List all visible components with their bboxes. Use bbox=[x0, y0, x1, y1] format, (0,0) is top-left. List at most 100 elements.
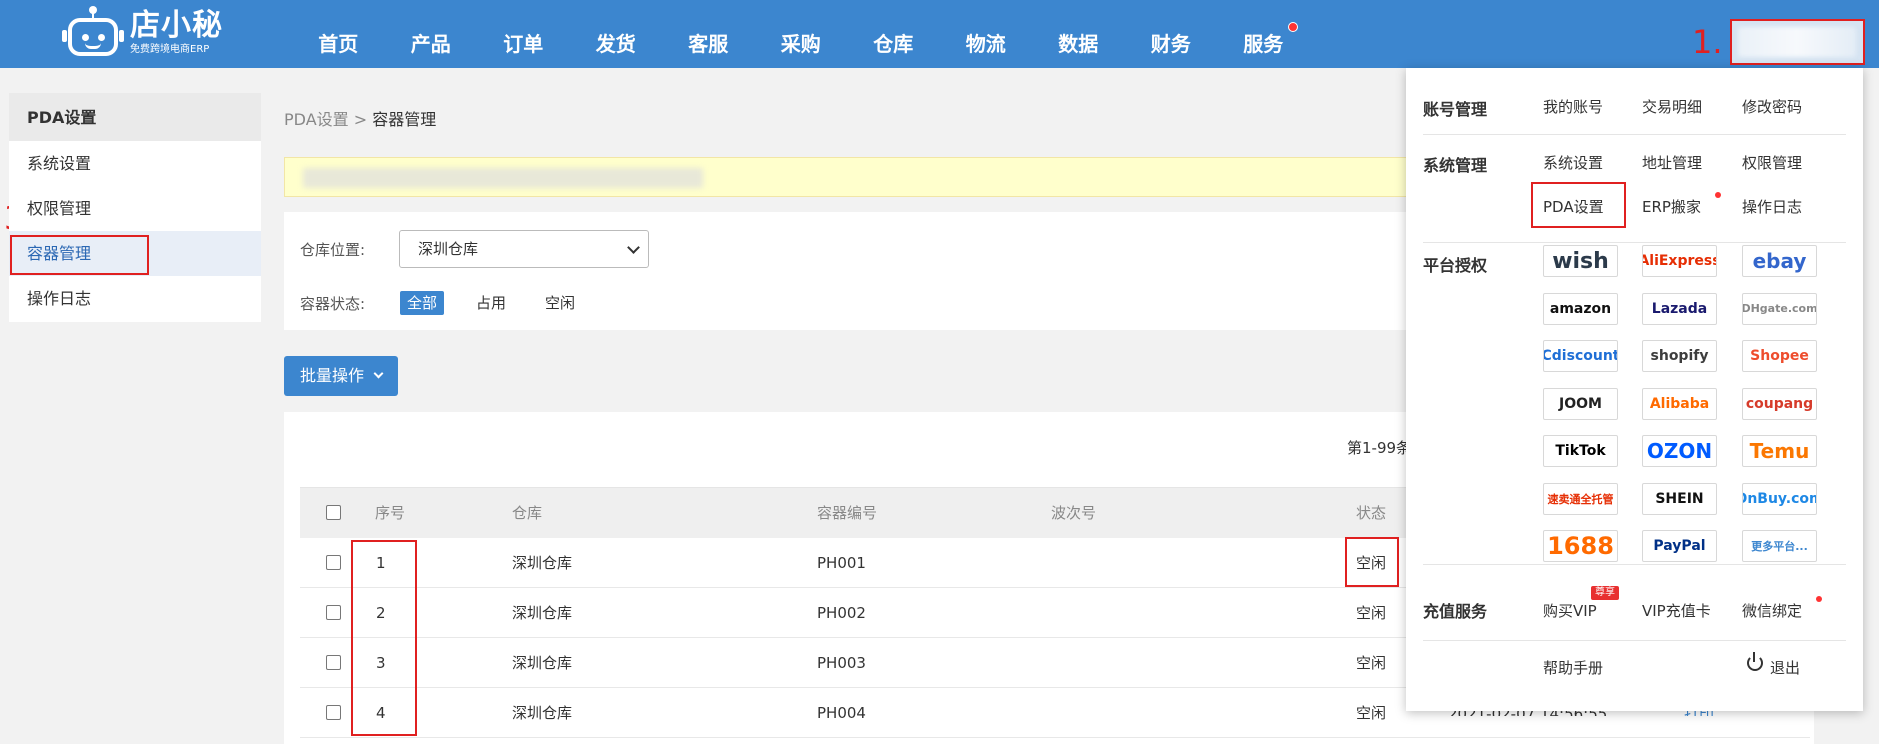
blurred-account-name bbox=[1738, 27, 1856, 57]
menu-system-settings[interactable]: 系统设置 bbox=[1543, 152, 1603, 173]
platform-logo-速卖通全托管[interactable]: 速卖通全托管 bbox=[1543, 482, 1618, 515]
nav-warehouse[interactable]: 仓库 bbox=[847, 0, 940, 68]
breadcrumb-separator: > bbox=[348, 110, 373, 129]
nav-home[interactable]: 首页 bbox=[292, 0, 385, 68]
cell-warehouse: 深圳仓库 bbox=[512, 604, 573, 622]
platform-logo-dhgate-com[interactable]: DHgate.com bbox=[1742, 292, 1817, 325]
nav-products[interactable]: 产品 bbox=[385, 0, 478, 68]
platform-logo-lazada[interactable]: Lazada bbox=[1642, 292, 1717, 325]
sidebar-item-operation-log[interactable]: 操作日志 bbox=[9, 276, 261, 321]
sidebar-item-system-settings[interactable]: 系统设置 bbox=[9, 141, 261, 186]
warehouse-label: 仓库位置: bbox=[300, 241, 366, 259]
row-checkbox[interactable] bbox=[326, 655, 341, 670]
menu-divider bbox=[1423, 242, 1846, 243]
main-nav: 首页 产品 订单 发货 客服 采购 仓库 物流 数据 财务 服务 bbox=[292, 0, 1310, 68]
warehouse-select[interactable]: 深圳仓库 bbox=[399, 230, 649, 268]
nav-services-label: 服务 bbox=[1243, 32, 1284, 56]
cell-warehouse: 深圳仓库 bbox=[512, 704, 573, 722]
menu-pda-settings[interactable]: PDA设置 bbox=[1543, 196, 1604, 217]
menu-buy-vip[interactable]: 购买VIP bbox=[1543, 600, 1597, 621]
nav-data[interactable]: 数据 bbox=[1032, 0, 1125, 68]
menu-erp-migration[interactable]: ERP搬家 bbox=[1642, 196, 1701, 217]
platform-logo-aliexpress[interactable]: AliExpress bbox=[1642, 245, 1717, 277]
blurred-notice-text bbox=[303, 168, 703, 188]
warehouse-select-value: 深圳仓库 bbox=[418, 240, 479, 258]
logo-title: 店小秘 bbox=[130, 8, 223, 43]
platform-logo-shein[interactable]: SHEIN bbox=[1642, 482, 1717, 515]
select-all-checkbox[interactable] bbox=[326, 505, 341, 520]
nav-finance[interactable]: 财务 bbox=[1125, 0, 1218, 68]
nav-purchasing[interactable]: 采购 bbox=[755, 0, 848, 68]
menu-logout[interactable]: 退出 bbox=[1770, 657, 1800, 678]
chevron-down-icon bbox=[373, 368, 384, 379]
menu-address-management[interactable]: 地址管理 bbox=[1642, 152, 1702, 173]
chevron-down-icon bbox=[627, 241, 640, 254]
notification-dot-icon bbox=[1287, 22, 1298, 32]
cell-no: 3 bbox=[376, 654, 386, 672]
platform-logo-ozon[interactable]: OZON bbox=[1642, 435, 1717, 467]
logo-subtitle: 免费跨境电商ERP bbox=[130, 44, 210, 55]
status-label: 容器状态: bbox=[300, 295, 366, 313]
platform-logo-paypal[interactable]: PayPal bbox=[1642, 530, 1717, 562]
menu-permission-management[interactable]: 权限管理 bbox=[1742, 152, 1802, 173]
menu-divider bbox=[1423, 564, 1846, 565]
menu-transaction-details[interactable]: 交易明细 bbox=[1642, 96, 1702, 117]
account-menu-trigger[interactable] bbox=[1730, 19, 1865, 65]
platform-logo-temu[interactable]: Temu bbox=[1742, 435, 1817, 467]
platform-logo-ebay[interactable]: ebay bbox=[1742, 245, 1817, 277]
nav-orders[interactable]: 订单 bbox=[477, 0, 570, 68]
annotation-1: 1. bbox=[1692, 23, 1723, 61]
cell-warehouse: 深圳仓库 bbox=[512, 554, 573, 572]
platform-logo-alibaba[interactable]: Alibaba bbox=[1642, 387, 1717, 420]
breadcrumb-current: 容器管理 bbox=[372, 110, 437, 129]
platform-logo-更多平台[interactable]: 更多平台... bbox=[1742, 530, 1817, 562]
menu-vip-card[interactable]: VIP充值卡 bbox=[1642, 600, 1711, 621]
sidebar-item-permissions[interactable]: 权限管理 bbox=[9, 186, 261, 231]
cell-warehouse: 深圳仓库 bbox=[512, 654, 573, 672]
row-checkbox[interactable] bbox=[326, 705, 341, 720]
breadcrumb-parent[interactable]: PDA设置 bbox=[284, 110, 349, 129]
platform-logo-1688[interactable]: 1688 bbox=[1543, 530, 1618, 562]
row-checkbox[interactable] bbox=[326, 555, 341, 570]
platform-logo-cdiscount[interactable]: Cdiscount bbox=[1543, 340, 1618, 372]
cell-status: 空闲 bbox=[1356, 604, 1387, 622]
menu-operation-log[interactable]: 操作日志 bbox=[1742, 196, 1802, 217]
menu-section-platform: 平台授权 bbox=[1423, 256, 1488, 275]
cell-status: 空闲 bbox=[1356, 654, 1387, 672]
nav-shipping[interactable]: 发货 bbox=[570, 0, 663, 68]
status-option-all[interactable]: 全部 bbox=[400, 291, 445, 315]
cell-container-code: PH001 bbox=[817, 554, 866, 572]
header-wave-no: 波次号 bbox=[1051, 504, 1097, 522]
robot-logo-icon bbox=[62, 6, 124, 60]
nav-logistics[interactable]: 物流 bbox=[940, 0, 1033, 68]
app-logo[interactable]: 店小秘 免费跨境电商ERP bbox=[62, 4, 223, 62]
sidebar-item-container-management[interactable]: 容器管理 bbox=[9, 231, 261, 276]
notification-dot-icon bbox=[1816, 596, 1822, 602]
status-option-occupied[interactable]: 占用 bbox=[469, 291, 513, 315]
menu-change-password[interactable]: 修改密码 bbox=[1742, 96, 1802, 117]
nav-customer-service[interactable]: 客服 bbox=[662, 0, 755, 68]
platform-logo-joom[interactable]: JOOM bbox=[1543, 387, 1618, 420]
cell-no: 4 bbox=[376, 704, 386, 722]
cell-status: 空闲 bbox=[1356, 554, 1387, 572]
sidebar: PDA设置 系统设置 权限管理 容器管理 操作日志 bbox=[9, 93, 261, 322]
header-container-code: 容器编号 bbox=[817, 504, 878, 522]
platform-logo-shopify[interactable]: shopify bbox=[1642, 340, 1717, 372]
platform-logo-wish[interactable]: wish bbox=[1543, 245, 1618, 277]
batch-operation-button[interactable]: 批量操作 bbox=[284, 356, 398, 396]
breadcrumb: PDA设置 > 容器管理 bbox=[284, 106, 436, 130]
status-option-idle[interactable]: 空闲 bbox=[538, 291, 582, 315]
filter-panel: 仓库位置: 深圳仓库 容器状态: 全部 占用 空闲 bbox=[284, 212, 1594, 330]
platform-logo-amazon[interactable]: amazon bbox=[1543, 292, 1618, 325]
platform-logo-coupang[interactable]: coupang bbox=[1742, 387, 1817, 420]
menu-my-account[interactable]: 我的账号 bbox=[1543, 96, 1603, 117]
row-checbox[interactable] bbox=[326, 605, 341, 620]
platform-logo-tiktok[interactable]: TikTok bbox=[1543, 435, 1618, 467]
nav-services[interactable]: 服务 bbox=[1217, 0, 1310, 68]
top-navigation-bar: 店小秘 免费跨境电商ERP 首页 产品 订单 发货 客服 采购 仓库 物流 数据… bbox=[0, 0, 1879, 68]
menu-wechat-binding[interactable]: 微信绑定 bbox=[1742, 600, 1802, 621]
cell-container-code: PH002 bbox=[817, 604, 866, 622]
platform-logo-shopee[interactable]: Shopee bbox=[1742, 340, 1817, 372]
menu-help-manual[interactable]: 帮助手册 bbox=[1543, 657, 1603, 678]
platform-logo-onbuy-com[interactable]: OnBuy.com bbox=[1742, 482, 1817, 515]
